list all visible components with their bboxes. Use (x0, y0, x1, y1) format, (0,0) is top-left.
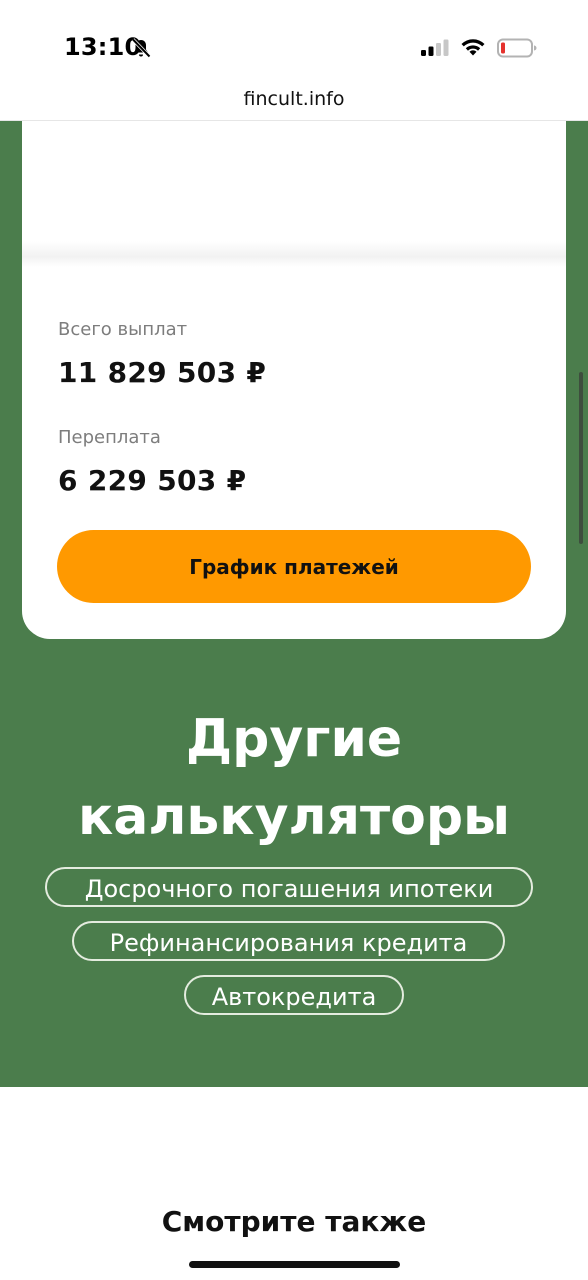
link-early-repayment-calculator[interactable]: Досрочного погашения ипотеки (45, 867, 533, 907)
payment-schedule-button[interactable]: График платежей (57, 530, 531, 603)
battery-low-icon (497, 38, 537, 58)
bell-slash-icon (131, 38, 151, 58)
url-text: fincult.info (243, 88, 345, 110)
link-car-loan-calculator[interactable]: Автокредита (184, 975, 404, 1015)
status-bar: 13:10 (0, 0, 588, 84)
link-refinancing-calculator[interactable]: Рефинансирования кредита (72, 921, 505, 961)
browser-address-bar[interactable]: fincult.info (0, 84, 588, 121)
scrollbar-thumb[interactable] (579, 372, 583, 544)
total-payments-value: 11 829 503 ₽ (58, 356, 267, 389)
chart-bottom-fade (22, 241, 566, 267)
home-indicator[interactable] (189, 1261, 400, 1268)
signal-icon (421, 39, 449, 56)
overpayment-label: Переплата (58, 427, 161, 448)
result-card: Всего выплат 11 829 503 ₽ Переплата 6 22… (22, 121, 566, 639)
see-also-heading: Смотрите также (161, 1205, 427, 1238)
wifi-icon (461, 39, 485, 56)
section-title-line1: Другие (185, 709, 403, 769)
total-payments-label: Всего выплат (58, 319, 188, 340)
section-title-line2: калькуляторы (77, 787, 511, 847)
overpayment-value: 6 229 503 ₽ (58, 464, 247, 497)
